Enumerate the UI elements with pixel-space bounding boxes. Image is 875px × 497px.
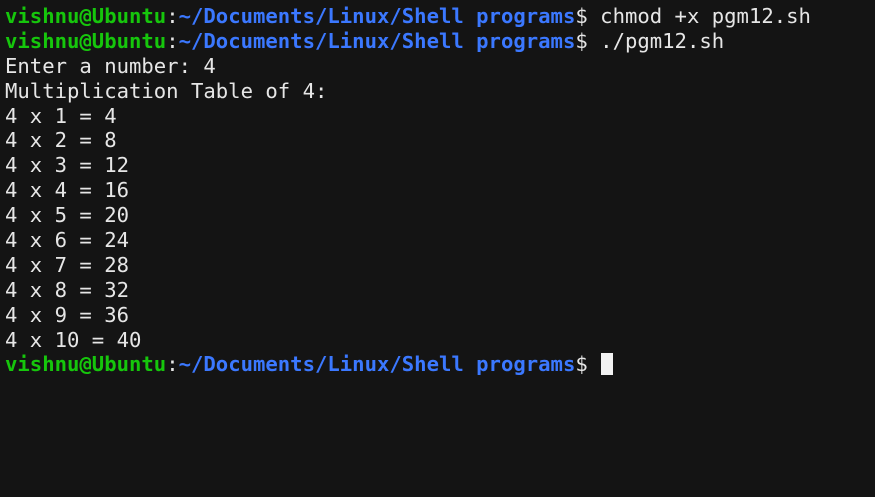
output-line: 4 x 10 = 40 <box>5 327 142 352</box>
output-line: 4 x 9 = 36 <box>5 302 129 327</box>
active-prompt-line[interactable]: vishnu@Ubuntu:~/Documents/Linux/Shell pr… <box>5 352 875 377</box>
prompt-user-host: vishnu@Ubuntu <box>5 28 167 53</box>
prompt-separator: : <box>166 352 179 377</box>
output-line: 4 x 5 = 20 <box>5 203 129 228</box>
prompt-separator: : <box>166 28 179 53</box>
prompt-path: ~/Documents/Linux/Shell programs <box>178 28 576 53</box>
terminal-window[interactable]: vishnu@Ubuntu:~/Documents/Linux/Shell pr… <box>0 0 875 497</box>
output-line: 4 x 7 = 28 <box>5 252 129 277</box>
command-text: chmod +x pgm12.sh <box>587 4 811 28</box>
command-line-2: vishnu@Ubuntu:~/Documents/Linux/Shell pr… <box>5 29 875 54</box>
prompt-user-host: vishnu@Ubuntu <box>5 4 167 28</box>
prompt-symbol: $ <box>575 4 588 28</box>
prompt-symbol: $ <box>575 352 588 377</box>
output-line: Enter a number: 4 <box>5 53 216 78</box>
prompt-separator: : <box>166 4 179 28</box>
prompt-symbol: $ <box>575 28 588 53</box>
prompt-path: ~/Documents/Linux/Shell programs <box>178 4 576 28</box>
command-line-1: vishnu@Ubuntu:~/Documents/Linux/Shell pr… <box>5 4 875 29</box>
output-line: 4 x 8 = 32 <box>5 277 129 302</box>
output-line: Multiplication Table of 4: <box>5 78 328 103</box>
prompt-path: ~/Documents/Linux/Shell programs <box>178 352 576 377</box>
output-line: 4 x 6 = 24 <box>5 228 129 253</box>
command-text: ./pgm12.sh <box>587 28 725 53</box>
output-line: 4 x 4 = 16 <box>5 178 129 203</box>
prompt-user-host: vishnu@Ubuntu <box>5 352 167 377</box>
text-cursor[interactable] <box>601 353 614 376</box>
output-line: 4 x 3 = 12 <box>5 153 129 178</box>
output-line: 4 x 2 = 8 <box>5 128 117 153</box>
output-line: 4 x 1 = 4 <box>5 103 117 128</box>
